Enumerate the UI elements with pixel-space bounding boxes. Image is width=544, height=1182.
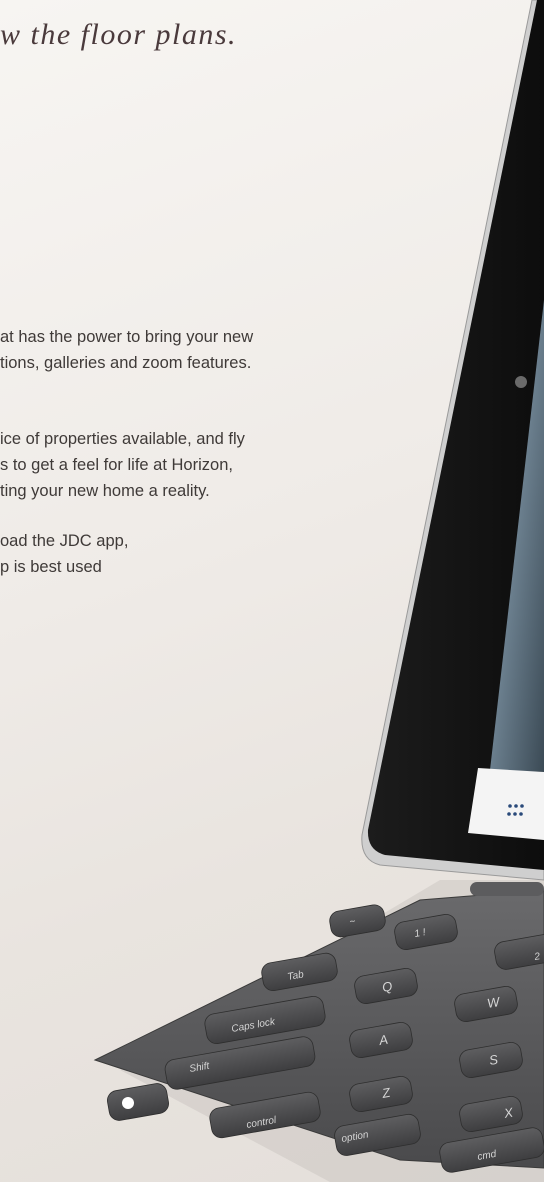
front-camera <box>515 376 527 388</box>
ipad-toolbar <box>468 768 544 840</box>
key-label: 1 ! <box>414 927 427 940</box>
fn-dot-icon <box>122 1097 134 1109</box>
page: w the floor plans. at has the power to b… <box>0 0 544 1182</box>
key-fn <box>107 1083 169 1121</box>
ipad-keyboard-illustration: ~ 1 ! 2 Tab Q W Caps lock A S Shift Z X … <box>93 0 544 1182</box>
keyboard-hinge <box>470 882 544 896</box>
